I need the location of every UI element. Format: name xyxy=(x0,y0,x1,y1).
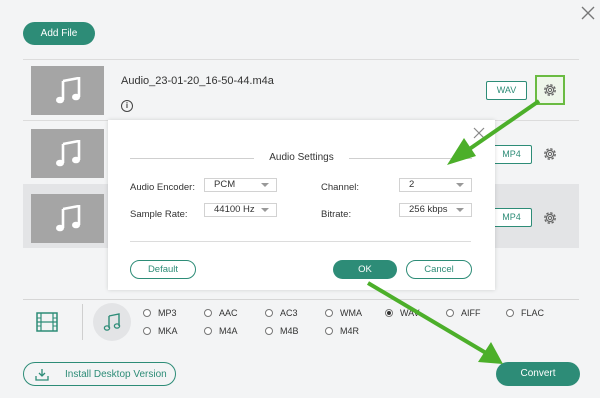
format-option-mp3[interactable]: MP3 xyxy=(143,308,177,318)
file-name: Audio_23-01-20_16-50-44.m4a xyxy=(121,75,274,87)
info-icon[interactable]: i xyxy=(121,100,133,112)
music-note-icon xyxy=(55,204,80,231)
channel-label: Channel: xyxy=(321,182,360,193)
music-note-icon xyxy=(103,313,121,331)
bitrate-select[interactable]: 256 kbps xyxy=(399,203,472,217)
audio-encoder-label: Audio Encoder: xyxy=(130,182,195,193)
music-thumbnail xyxy=(31,194,104,243)
install-label: Install Desktop Version xyxy=(65,368,167,380)
radio-button[interactable] xyxy=(143,309,151,317)
audio-settings-dialog: Audio Settings Audio Encoder: PCM Channe… xyxy=(108,120,495,290)
sample-rate-label: Sample Rate: xyxy=(130,209,188,220)
cancel-button[interactable]: Cancel xyxy=(406,260,472,279)
gear-icon xyxy=(544,84,556,96)
download-icon xyxy=(35,368,49,381)
radio-button[interactable] xyxy=(265,309,273,317)
chevron-down-icon xyxy=(456,208,464,212)
default-button[interactable]: Default xyxy=(130,260,196,279)
settings-button[interactable] xyxy=(535,203,565,233)
sample-rate-select[interactable]: 44100 Hz xyxy=(204,203,277,217)
radio-button[interactable] xyxy=(506,309,514,317)
radio-button[interactable] xyxy=(265,327,273,335)
format-option-m4b[interactable]: M4B xyxy=(265,326,299,336)
music-thumbnail xyxy=(31,66,104,115)
radio-button[interactable] xyxy=(446,309,454,317)
chevron-down-icon xyxy=(261,183,269,187)
music-thumbnail xyxy=(31,129,104,178)
video-format-icon[interactable] xyxy=(36,311,58,333)
radio-button[interactable] xyxy=(143,327,151,335)
close-icon[interactable] xyxy=(472,126,486,140)
audio-format-tab[interactable] xyxy=(93,303,131,341)
gear-icon xyxy=(544,212,556,224)
chevron-down-icon xyxy=(261,208,269,212)
music-note-icon xyxy=(55,76,80,103)
close-icon[interactable] xyxy=(579,4,597,22)
settings-button[interactable] xyxy=(535,139,565,169)
format-button[interactable]: MP4 xyxy=(491,208,532,227)
format-option-aiff[interactable]: AIFF xyxy=(446,308,481,318)
radio-button-selected[interactable] xyxy=(385,309,393,317)
channel-select[interactable]: 2 xyxy=(399,178,472,192)
radio-button[interactable] xyxy=(325,327,333,335)
gear-icon xyxy=(544,148,556,160)
format-button[interactable]: MP4 xyxy=(491,145,532,164)
settings-button[interactable] xyxy=(535,75,565,105)
chevron-down-icon xyxy=(456,183,464,187)
radio-button[interactable] xyxy=(204,327,212,335)
add-file-button[interactable]: Add File xyxy=(23,22,95,45)
convert-button[interactable]: Convert xyxy=(496,362,580,386)
format-option-wav[interactable]: WAV xyxy=(385,308,420,318)
radio-button[interactable] xyxy=(325,309,333,317)
music-note-icon xyxy=(55,139,80,166)
install-desktop-button[interactable]: Install Desktop Version xyxy=(23,362,176,386)
format-option-ac3[interactable]: AC3 xyxy=(265,308,298,318)
divider xyxy=(130,241,471,242)
format-option-m4r[interactable]: M4R xyxy=(325,326,359,336)
format-option-flac[interactable]: FLAC xyxy=(506,308,544,318)
format-option-wma[interactable]: WMA xyxy=(325,308,362,318)
format-option-aac[interactable]: AAC xyxy=(204,308,238,318)
bitrate-label: Bitrate: xyxy=(321,209,352,220)
format-option-m4a[interactable]: M4A xyxy=(204,326,238,336)
divider xyxy=(82,304,83,340)
ok-button[interactable]: OK xyxy=(333,260,397,279)
audio-encoder-select[interactable]: PCM xyxy=(204,178,277,192)
format-button[interactable]: WAV xyxy=(486,81,527,100)
radio-button[interactable] xyxy=(204,309,212,317)
divider xyxy=(349,158,472,159)
format-option-mka[interactable]: MKA xyxy=(143,326,178,336)
